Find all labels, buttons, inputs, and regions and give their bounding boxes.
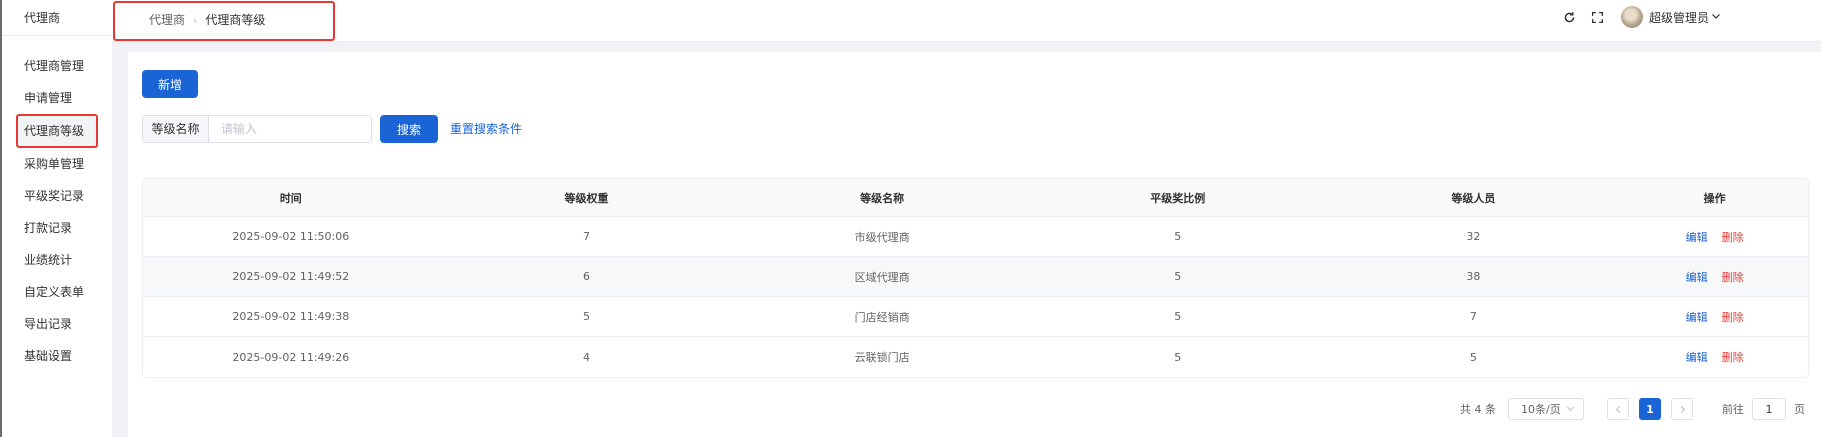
table-row: 2025-09-02 11:50:06 7 市级代理商 5 32 编辑 删除 <box>143 217 1808 257</box>
edit-button[interactable]: 编辑 <box>1686 309 1708 325</box>
breadcrumb: 代理商 › 代理商等级 <box>113 1 335 41</box>
cell-weight: 6 <box>582 270 590 283</box>
cell-time: 2025-09-02 11:49:38 <box>232 310 350 323</box>
username[interactable]: 超级管理员 <box>1649 9 1709 26</box>
main-content: 新增 等级名称 搜索 重置搜索条件 时间 等级权重 等级名称 平级奖比例 等级人… <box>128 52 1821 437</box>
sidebar-item-agent-level[interactable]: 代理商等级 <box>16 114 98 148</box>
column-header-members: 等级人员 <box>1451 191 1496 205</box>
cell-ratio: 5 <box>1174 230 1182 243</box>
sidebar-item-basic-settings[interactable]: 基础设置 <box>2 340 112 372</box>
top-header: 代理商 › 代理商等级 超级管理员 <box>112 0 1821 42</box>
edit-button[interactable]: 编辑 <box>1686 349 1708 365</box>
search-button[interactable]: 搜索 <box>380 115 438 143</box>
cell-actions: 编辑 删除 <box>1621 309 1808 325</box>
edit-button[interactable]: 编辑 <box>1686 269 1708 285</box>
cell-members: 7 <box>1469 310 1477 323</box>
sidebar-item-payment-records[interactable]: 打款记录 <box>2 212 112 244</box>
search-group: 等级名称 <box>142 115 372 143</box>
cell-weight: 4 <box>582 350 590 364</box>
table-row: 2025-09-02 11:49:52 6 区域代理商 5 38 编辑 删除 <box>143 257 1808 297</box>
cell-ratio: 5 <box>1174 310 1182 323</box>
fullscreen-icon[interactable] <box>1589 8 1607 26</box>
delete-button[interactable]: 删除 <box>1722 229 1744 245</box>
page-size-select[interactable]: 10条/页 <box>1508 398 1584 420</box>
search-input[interactable] <box>209 116 371 142</box>
level-table: 时间 等级权重 等级名称 平级奖比例 等级人员 操作 2025-09-02 11… <box>142 178 1809 378</box>
pagination: 共 4 条 10条/页 1 前往 页 <box>1460 398 1805 420</box>
sidebar-item-custom-forms[interactable]: 自定义表单 <box>2 276 112 308</box>
header-actions: 超级管理员 <box>1551 6 1721 28</box>
goto-suffix: 页 <box>1794 403 1805 416</box>
cell-name: 市级代理商 <box>854 230 910 244</box>
sidebar-item-agent-management[interactable]: 代理商管理 <box>2 50 112 82</box>
delete-button[interactable]: 删除 <box>1722 349 1744 365</box>
cell-actions: 编辑 删除 <box>1621 229 1808 245</box>
goto-page-input[interactable] <box>1752 398 1786 420</box>
cell-weight: 5 <box>582 310 590 323</box>
sidebar: 代理商 代理商管理 申请管理 代理商等级 采购单管理 平级奖记录 打款记录 业绩… <box>0 0 112 437</box>
chevron-down-icon[interactable] <box>1711 10 1721 24</box>
cell-ratio: 5 <box>1174 350 1182 364</box>
add-button[interactable]: 新增 <box>142 70 198 98</box>
table-header-row: 时间 等级权重 等级名称 平级奖比例 等级人员 操作 <box>143 179 1808 217</box>
cell-members: 5 <box>1469 350 1477 364</box>
cell-name: 区域代理商 <box>854 270 910 284</box>
chevron-left-icon <box>1615 405 1620 413</box>
breadcrumb-item-agent[interactable]: 代理商 <box>149 13 185 27</box>
cell-name: 云联锁门店 <box>854 351 910 364</box>
sidebar-item-export-records[interactable]: 导出记录 <box>2 308 112 340</box>
column-header-time: 时间 <box>279 191 302 205</box>
search-label: 等级名称 <box>143 116 209 142</box>
cell-actions: 编辑 删除 <box>1621 269 1808 285</box>
column-header-actions: 操作 <box>1703 191 1726 205</box>
cell-ratio: 5 <box>1174 270 1182 283</box>
sidebar-item-performance-stats[interactable]: 业绩统计 <box>2 244 112 276</box>
breadcrumb-separator-icon: › <box>193 14 198 27</box>
sidebar-item-application-management[interactable]: 申请管理 <box>2 82 112 114</box>
sidebar-menu: 代理商管理 申请管理 代理商等级 采购单管理 平级奖记录 打款记录 业绩统计 自… <box>2 50 112 372</box>
cell-members: 32 <box>1466 230 1481 243</box>
delete-button[interactable]: 删除 <box>1722 269 1744 285</box>
refresh-icon[interactable] <box>1561 8 1579 26</box>
cell-time: 2025-09-02 11:49:26 <box>232 350 350 364</box>
avatar[interactable] <box>1620 6 1643 28</box>
sidebar-item-purchase-orders[interactable]: 采购单管理 <box>2 148 112 180</box>
chevron-down-icon <box>1566 403 1575 416</box>
chevron-right-icon <box>1680 405 1685 413</box>
table-row: 2025-09-02 11:49:38 5 门店经销商 5 7 编辑 删除 <box>143 297 1808 337</box>
page-button-current[interactable]: 1 <box>1639 398 1661 420</box>
cell-time: 2025-09-02 11:49:52 <box>232 270 350 283</box>
column-header-name: 等级名称 <box>860 191 905 205</box>
goto-page: 前往 页 <box>1722 398 1805 420</box>
next-page-button[interactable] <box>1671 398 1693 420</box>
cell-time: 2025-09-02 11:50:06 <box>232 230 350 243</box>
reset-search-link[interactable]: 重置搜索条件 <box>450 115 522 143</box>
cell-members: 38 <box>1466 270 1481 283</box>
edit-button[interactable]: 编辑 <box>1686 229 1708 245</box>
cell-weight: 7 <box>582 230 590 243</box>
cell-actions: 编辑 删除 <box>1621 349 1808 365</box>
column-header-ratio: 平级奖比例 <box>1150 191 1206 205</box>
table-row: 2025-09-02 11:49:26 4 云联锁门店 5 5 编辑 删除 <box>143 337 1808 377</box>
page-size-value: 10条/页 <box>1521 403 1561 416</box>
pagination-total: 共 4 条 <box>1460 403 1496 416</box>
sidebar-item-peer-bonus-records[interactable]: 平级奖记录 <box>2 180 112 212</box>
column-header-weight: 等级权重 <box>564 191 609 205</box>
goto-label: 前往 <box>1722 403 1744 416</box>
delete-button[interactable]: 删除 <box>1722 309 1744 325</box>
breadcrumb-item-agent-level: 代理商等级 <box>205 13 266 27</box>
brand-title: 代理商 <box>2 0 112 36</box>
cell-name: 门店经销商 <box>854 310 910 324</box>
prev-page-button[interactable] <box>1607 398 1629 420</box>
